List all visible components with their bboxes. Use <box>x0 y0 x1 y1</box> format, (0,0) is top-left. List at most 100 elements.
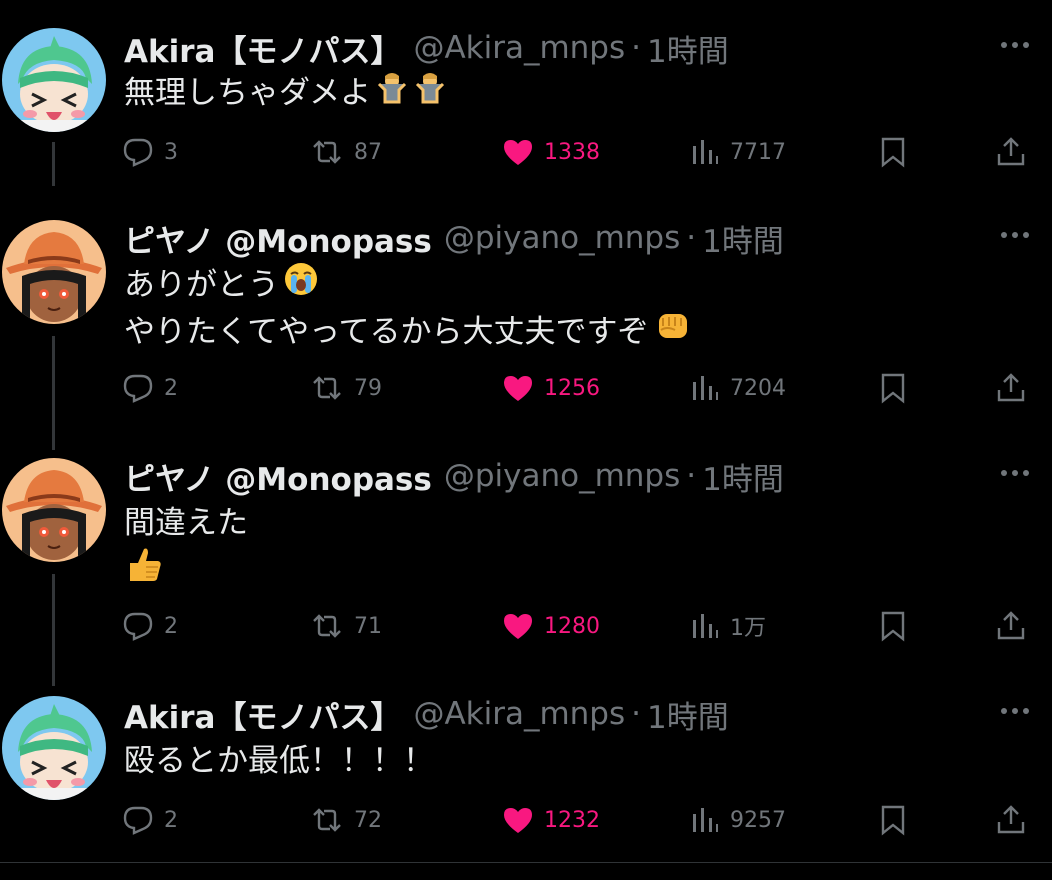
analytics-icon <box>693 140 718 164</box>
view-count: 7204 <box>730 375 786 401</box>
tweet-actions: 2 79 1256 7204 <box>122 368 1032 408</box>
heart-icon <box>504 376 532 401</box>
timestamp[interactable]: 1時間 <box>647 692 729 737</box>
separator-dot: · <box>686 458 697 494</box>
bookmark-button[interactable] <box>880 132 916 172</box>
views-button[interactable]: 1万 <box>690 606 766 646</box>
display-name[interactable]: Akira【モノパス】 <box>124 26 401 71</box>
more-options-icon[interactable] <box>998 28 1032 62</box>
person-shrugging-emoji <box>413 70 447 118</box>
tweet-header: ピヤノ @Monopass @piyano_mnps · 1時間 <box>124 216 992 260</box>
avatar-piyano[interactable] <box>2 220 106 324</box>
user-handle[interactable]: @Akira_mnps <box>413 696 625 732</box>
timestamp[interactable]: 1時間 <box>647 26 729 71</box>
retweet-count: 79 <box>354 375 382 401</box>
reply-button[interactable]: 2 <box>122 800 178 840</box>
tweet[interactable]: Akira【モノパス】 @Akira_mnps · 1時間 無理しちゃダメよ 3… <box>0 26 1052 196</box>
share-button[interactable] <box>996 606 1036 646</box>
bookmark-button[interactable] <box>880 606 916 646</box>
analytics-icon <box>693 808 718 832</box>
tweet[interactable]: Akira【モノパス】 @Akira_mnps · 1時間 殴るとか最低！！！！… <box>0 692 1052 852</box>
tweet-header: Akira【モノパス】 @Akira_mnps · 1時間 <box>124 692 992 736</box>
bookmark-button[interactable] <box>880 800 916 840</box>
reply-button[interactable]: 3 <box>122 132 178 172</box>
timestamp[interactable]: 1時間 <box>702 216 784 261</box>
share-button[interactable] <box>996 368 1036 408</box>
heart-icon <box>504 140 532 165</box>
like-button[interactable]: 1256 <box>502 368 600 408</box>
tweet-actions: 3 87 1338 7717 <box>122 132 1032 172</box>
display-name[interactable]: ピヤノ @Monopass <box>124 216 432 261</box>
share-button[interactable] <box>996 132 1036 172</box>
bookmark-icon <box>881 137 905 168</box>
share-icon <box>997 373 1025 402</box>
reply-button[interactable]: 2 <box>122 368 178 408</box>
tweet-text: 間違えた <box>124 500 1012 594</box>
bookmark-icon <box>881 805 905 836</box>
views-button[interactable]: 9257 <box>690 800 786 840</box>
retweet-button[interactable]: 72 <box>310 800 382 840</box>
avatar-akira[interactable] <box>2 28 106 132</box>
share-icon <box>997 611 1025 640</box>
retweet-icon <box>313 808 341 832</box>
display-name[interactable]: ピヤノ @Monopass <box>124 454 432 499</box>
like-button[interactable]: 1338 <box>502 132 600 172</box>
retweet-icon <box>313 614 341 638</box>
bookmark-button[interactable] <box>880 368 916 408</box>
tweet-text: 無理しちゃダメよ <box>124 70 1012 117</box>
retweet-icon <box>313 140 341 164</box>
share-icon <box>997 805 1025 834</box>
user-handle[interactable]: @Akira_mnps <box>413 30 625 66</box>
views-button[interactable]: 7717 <box>690 132 786 172</box>
views-button[interactable]: 7204 <box>690 368 786 408</box>
thumbs-up-emoji <box>124 545 164 597</box>
reply-count: 2 <box>164 807 178 833</box>
like-count: 1338 <box>544 139 600 165</box>
reply-icon <box>123 612 153 641</box>
share-button[interactable] <box>996 800 1036 840</box>
view-count: 1万 <box>730 616 766 641</box>
display-name[interactable]: Akira【モノパス】 <box>124 692 401 737</box>
analytics-icon <box>693 376 718 400</box>
reply-count: 2 <box>164 375 178 401</box>
more-options-icon[interactable] <box>998 694 1032 728</box>
reply-count: 2 <box>164 613 178 639</box>
reply-icon <box>123 138 153 167</box>
tweet-text-line: やりたくてやってるから大丈夫ですぞ <box>124 314 649 350</box>
heart-icon <box>504 808 532 833</box>
reply-icon <box>123 374 153 403</box>
retweet-count: 71 <box>354 613 382 639</box>
avatar-akira[interactable] <box>2 696 106 800</box>
analytics-icon <box>693 614 718 638</box>
tweet[interactable]: ピヤノ @Monopass @piyano_mnps · 1時間 ありがとう や… <box>0 216 1052 436</box>
more-options-icon[interactable] <box>998 218 1032 252</box>
like-count: 1256 <box>544 375 600 401</box>
bookmark-icon <box>881 611 905 642</box>
oncoming-fist-emoji <box>653 308 693 358</box>
tweet[interactable]: ピヤノ @Monopass @piyano_mnps · 1時間 間違えた 2 … <box>0 454 1052 674</box>
view-count: 9257 <box>730 807 786 833</box>
timeline-divider <box>0 862 1052 863</box>
tweet-text: ありがとう やりたくてやってるから大丈夫ですぞ <box>124 262 1012 356</box>
more-options-icon[interactable] <box>998 456 1032 490</box>
reply-button[interactable]: 2 <box>122 606 178 646</box>
reply-count: 3 <box>164 139 178 165</box>
avatar-piyano[interactable] <box>2 458 106 562</box>
like-button[interactable]: 1232 <box>502 800 600 840</box>
like-button[interactable]: 1280 <box>502 606 600 646</box>
user-handle[interactable]: @piyano_mnps <box>444 458 680 494</box>
tweet-text-line: 無理しちゃダメよ <box>124 75 372 111</box>
retweet-button[interactable]: 71 <box>310 606 382 646</box>
retweet-button[interactable]: 79 <box>310 368 382 408</box>
retweet-count: 87 <box>354 139 382 165</box>
tweet-header: Akira【モノパス】 @Akira_mnps · 1時間 <box>124 26 992 70</box>
retweet-button[interactable]: 87 <box>310 132 382 172</box>
retweet-icon <box>313 376 341 400</box>
separator-dot: · <box>631 30 641 66</box>
like-count: 1232 <box>544 807 600 833</box>
user-handle[interactable]: @piyano_mnps <box>444 220 680 256</box>
tweet-text-line: 殴るとか最低！！！！ <box>124 743 434 779</box>
tweet-actions: 2 71 1280 1万 <box>122 606 1032 646</box>
tweet-actions: 2 72 1232 9257 <box>122 800 1032 840</box>
timestamp[interactable]: 1時間 <box>702 454 784 499</box>
